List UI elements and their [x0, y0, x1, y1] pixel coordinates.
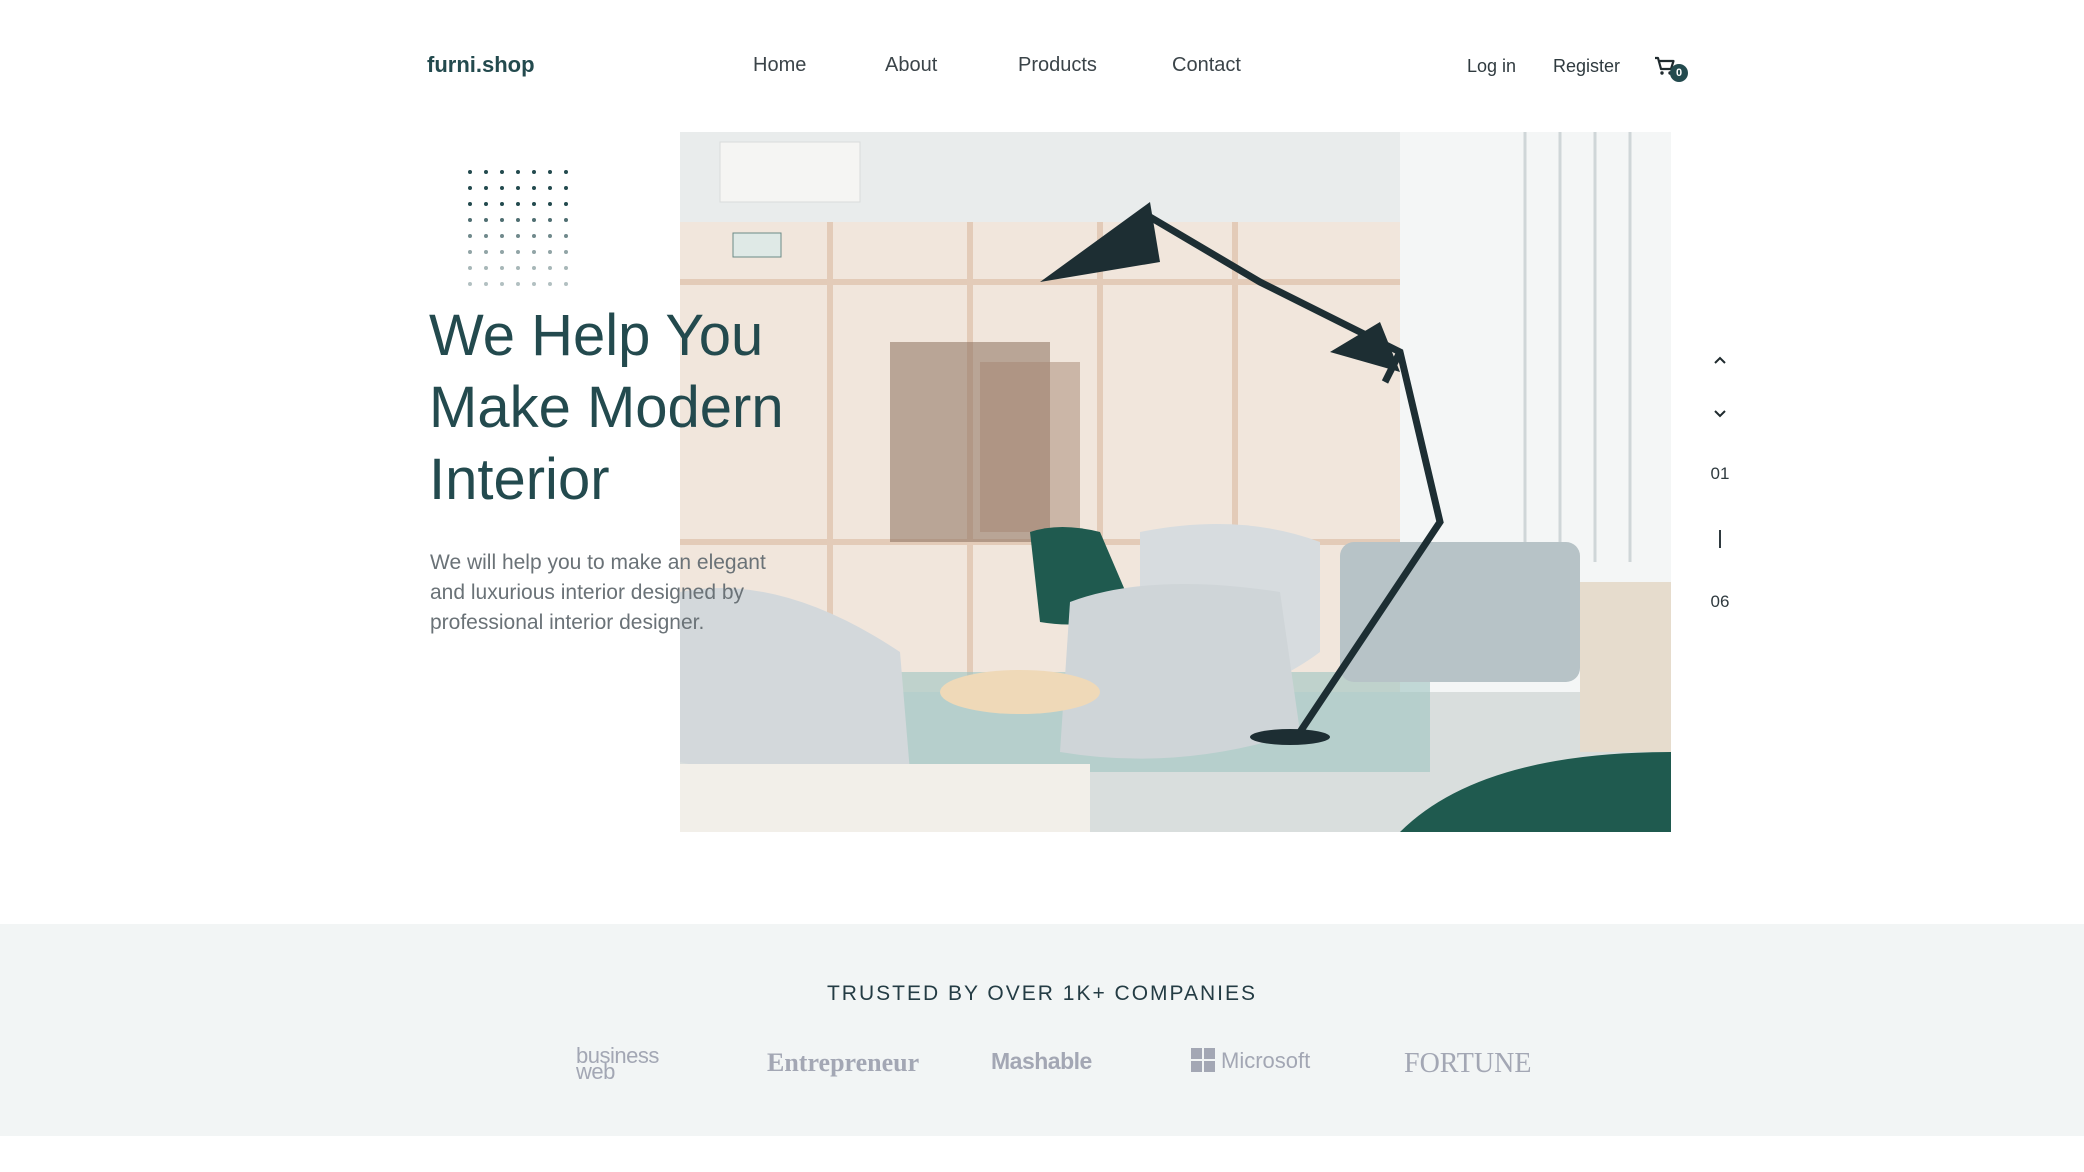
- site-logo[interactable]: furni.shop: [427, 52, 535, 78]
- hero-subtext: We will help you to make an elegant and …: [430, 551, 766, 634]
- headline-line: We Help You: [429, 303, 764, 368]
- slide-total-number: 06: [1710, 592, 1730, 611]
- mashable-logo: Mashable: [991, 1048, 1092, 1074]
- businessweb-logo: business web: [576, 1045, 659, 1083]
- microsoft-grid-icon: [1191, 1048, 1215, 1072]
- chevron-up-icon: [1714, 356, 1726, 364]
- chevron-down-icon: [1714, 410, 1726, 418]
- site-header: furni.shop Home About Products Contact L…: [0, 0, 2084, 132]
- register-link[interactable]: Register: [1553, 56, 1620, 77]
- cart-count-badge: 0: [1670, 64, 1688, 82]
- nav-about[interactable]: About: [885, 54, 937, 77]
- slide-prev-button[interactable]: [1710, 350, 1730, 370]
- slide-next-button[interactable]: [1710, 404, 1730, 424]
- headline-line: Make Modern: [429, 375, 784, 440]
- decorative-dot-grid: [468, 170, 568, 286]
- trusted-companies-section: TRUSTED BY OVER 1K+ COMPANIES business w…: [0, 924, 2084, 1136]
- login-link[interactable]: Log in: [1467, 56, 1516, 77]
- nav-contact[interactable]: Contact: [1172, 54, 1241, 77]
- entrepreneur-logo: Entrepreneur: [767, 1048, 920, 1077]
- microsoft-logo-text: Microsoft: [1221, 1048, 1311, 1073]
- cart-button[interactable]: 0: [1654, 54, 1694, 88]
- microsoft-logo: Microsoft: [1191, 1048, 1310, 1074]
- hero-headline: We Help You Make Modern Interior: [429, 300, 849, 516]
- trusted-title: TRUSTED BY OVER 1K+ COMPANIES: [826, 982, 1258, 1005]
- fortune-logo: FORTUNE: [1404, 1048, 1532, 1079]
- headline-line: Interior: [429, 447, 610, 512]
- nav-home[interactable]: Home: [753, 54, 806, 77]
- nav-products[interactable]: Products: [1018, 54, 1097, 77]
- slide-progress-divider: [1719, 530, 1721, 548]
- slider-controls: 01 06: [1700, 340, 1740, 620]
- slide-current-number: 01: [1710, 464, 1730, 483]
